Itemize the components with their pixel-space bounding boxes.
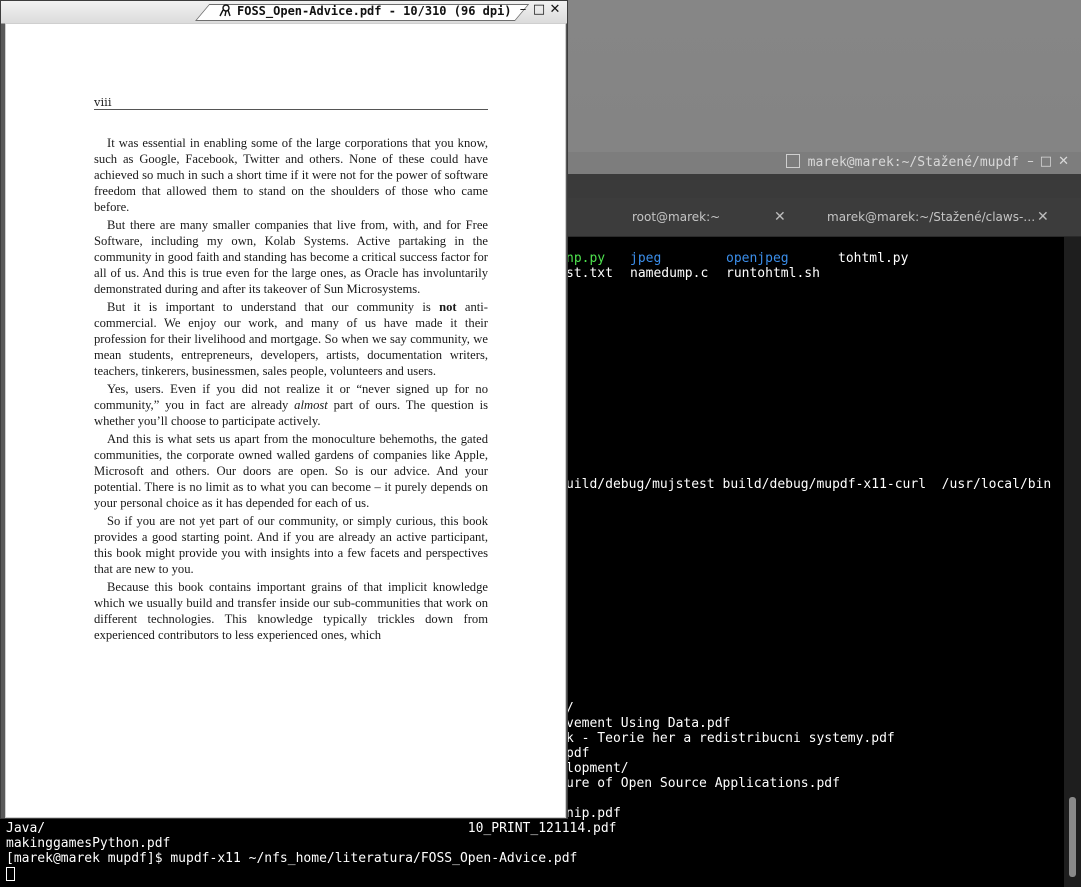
terminal-window-buttons: –□✕ (1027, 154, 1075, 169)
italic-word: almost (294, 398, 328, 412)
terminal-line: Java/ 10_PRINT_121114.pdf (6, 821, 617, 836)
terminal-line: lopment/ (566, 761, 629, 776)
tab-label: root@marek:~ (632, 210, 721, 224)
minimize-button[interactable]: – (515, 2, 531, 17)
desktop: marek@marek:~/Stažené/mupdf –□✕ root@mar… (0, 0, 1081, 887)
terminal-line: vement Using Data.pdf (566, 716, 731, 731)
terminal-line: pdf (566, 746, 590, 761)
listing-file: st.txt (566, 266, 613, 281)
maximize-button[interactable]: □ (531, 2, 547, 17)
terminal-cursor (6, 867, 15, 881)
close-button[interactable]: ✕ (1058, 154, 1075, 169)
page-header-rule (94, 109, 488, 110)
terminal-icon (785, 154, 800, 168)
pdf-page[interactable]: viii It was essential in enabling some o… (5, 23, 566, 818)
terminal-scrollbar[interactable] (1064, 237, 1081, 887)
paragraph: Because this book contains important gra… (94, 580, 488, 642)
scrollbar-thumb[interactable] (1069, 797, 1076, 877)
paragraph: Yes, users. Even if you did not realize … (94, 382, 488, 428)
paragraph: But it is important to understand that o… (94, 300, 488, 378)
listing-file: tohtml.py (838, 251, 909, 266)
listing-row: runtohtml.sh (726, 266, 820, 281)
tab-label: marek@marek:~/Stažené/claws-… (827, 210, 1036, 224)
listing-file: np.py (566, 251, 606, 266)
terminal-line: uild/debug/mujstest build/debug/mupdf-x1… (566, 477, 1052, 492)
pdf-window-title: FOSS_Open-Advice.pdf - 10/310 (96 dpi) (219, 4, 512, 18)
paragraph: And this is what sets us apart from the … (94, 432, 488, 510)
terminal-line: makinggamesPython.pdf (6, 836, 171, 851)
mupdf-app-icon (219, 4, 231, 17)
close-button[interactable]: ✕ (547, 2, 563, 17)
tab-root[interactable]: root@marek:~ ✕ (632, 198, 792, 236)
listing-row: np.py (566, 251, 605, 266)
listing-row: jpeg (630, 251, 661, 266)
terminal-title: marek@marek:~/Stažené/mupdf (785, 154, 1019, 170)
pdf-viewer-window[interactable]: FOSS_Open-Advice.pdf - 10/310 (96 dpi) –… (0, 0, 568, 819)
tab-claws[interactable]: marek@marek:~/Stažené/claws-… ✕ (827, 198, 1057, 236)
pdf-titlebar[interactable]: FOSS_Open-Advice.pdf - 10/310 (96 dpi) –… (1, 1, 567, 24)
terminal-line: k - Teorie her a redistribucni systemy.p… (566, 731, 895, 746)
listing-file: runtohtml.sh (726, 266, 820, 281)
terminal-prompt: [marek@marek mupdf]$ mupdf-x11 ~/nfs_hom… (6, 851, 578, 866)
close-tab-icon[interactable]: ✕ (1037, 198, 1049, 236)
listing-dir: openjpeg (726, 251, 789, 266)
page-header-number: viii (94, 95, 112, 109)
maximize-button[interactable]: □ (1040, 154, 1058, 169)
terminal-line: ure of Open Source Applications.pdf (566, 776, 840, 791)
listing-file: namedump.c (630, 266, 709, 281)
listing-row: openjpeg (726, 251, 789, 266)
bold-word: not (439, 300, 457, 314)
paragraph: So if you are not yet part of our commun… (94, 514, 488, 576)
page-body: It was essential in enabling some of the… (94, 135, 488, 645)
listing-dir: jpeg (630, 251, 662, 266)
pdf-window-buttons: – □ ✕ (515, 2, 563, 17)
paragraph: But there are many smaller companies tha… (94, 218, 488, 296)
listing-row: st.txt (566, 266, 613, 281)
listing-row: tohtml.py (838, 251, 908, 266)
minimize-button[interactable]: – (1027, 154, 1040, 169)
terminal-line: nip.pdf (566, 806, 621, 821)
listing-row: namedump.c (630, 266, 708, 281)
paragraph: It was essential in enabling some of the… (94, 136, 488, 214)
close-tab-icon[interactable]: ✕ (774, 198, 786, 236)
